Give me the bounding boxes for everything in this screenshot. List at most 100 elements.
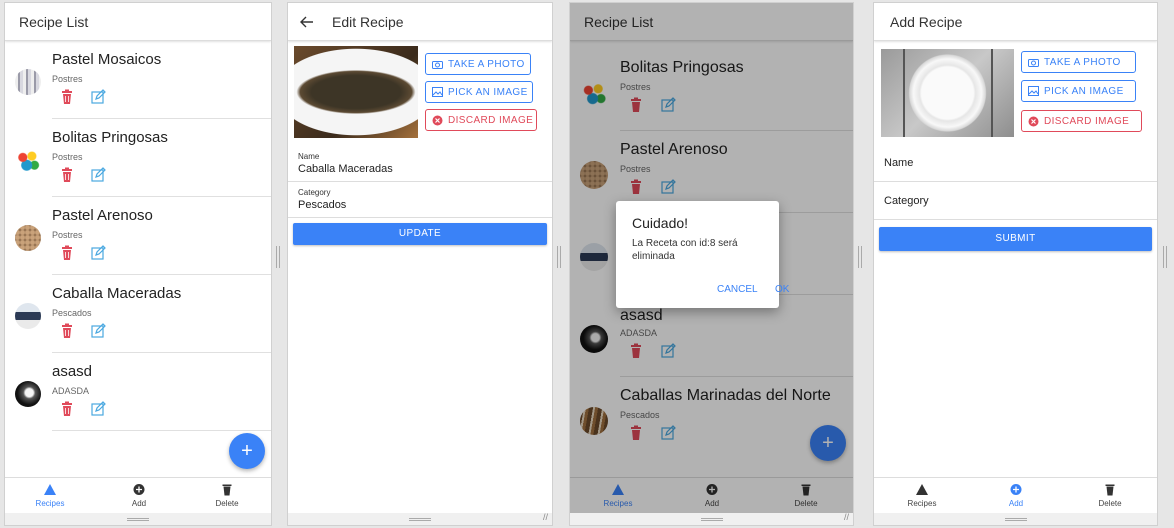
recipe-category: Postres [52,152,83,162]
cancel-button[interactable]: CANCEL [717,284,758,295]
tab-label: Add [131,499,147,508]
ok-button[interactable]: OK [775,284,789,295]
list-item[interactable]: Pastel Mosaicos Postres [5,41,271,119]
tab-add[interactable]: Add [976,478,1056,513]
dialog-message: La Receta con id:8 será eliminada [632,238,738,262]
recipe-title: asasd [52,363,93,380]
button-label: DISCARD IMAGE [448,114,534,126]
list-item[interactable]: Caballa Maceradas Pescados [5,275,271,353]
recipe-thumbnail [15,69,41,95]
recipe-thumbnail [15,303,41,329]
button-label: PICK AN IMAGE [448,86,528,98]
recipe-category: ADASDA [52,386,90,396]
resize-handle[interactable] [1004,518,1027,521]
plus-circle-icon [1010,484,1022,495]
list-item[interactable]: Bolitas Pringosas Postres [5,119,271,197]
category-input-value[interactable]: Pescados [298,199,346,211]
bottom-tab-bar: Recipes Add Delete [874,477,1157,513]
submit-button[interactable]: SUBMIT [879,227,1152,251]
discard-icon [1028,116,1039,126]
trash-icon[interactable] [59,401,75,417]
add-recipe-fab[interactable]: + [229,433,265,469]
discard-icon [432,115,443,125]
tab-label: Delete [215,499,239,508]
list-item[interactable]: asasd ADASDA [5,353,271,431]
divider [52,430,271,431]
resize-corner-icon[interactable]: // [543,512,548,522]
recipe-title: Caballa Maceradas [52,285,182,302]
triangle-icon [916,484,928,495]
trash-icon[interactable] [59,89,75,105]
camera-icon [432,60,443,69]
triangle-icon [44,484,56,495]
button-label: DISCARD IMAGE [1044,115,1130,127]
back-arrow-icon[interactable] [300,16,314,28]
page-title: Recipe List [5,3,271,41]
tab-add[interactable]: Add [99,478,179,513]
recipe-list-window: Recipe List Pastel Mosaicos Postres Boli… [4,2,272,526]
update-button[interactable]: UPDATE [293,223,547,245]
edit-icon[interactable] [90,245,106,261]
field-label: Category [298,188,331,197]
take-photo-button[interactable]: TAKE A PHOTO [1021,51,1136,73]
name-field[interactable]: Name [874,145,1157,182]
button-label: TAKE A PHOTO [448,58,525,70]
bottom-tab-bar: Recipes Add Delete [5,477,271,513]
take-photo-button[interactable]: TAKE A PHOTO [425,53,531,75]
name-field[interactable]: Name Caballa Maceradas [288,146,552,182]
recipe-thumbnail [15,147,41,173]
recipe-list: Pastel Mosaicos Postres Bolitas Pringosa… [5,41,271,477]
recipe-category: Postres [52,230,83,240]
splitter-handle[interactable] [276,246,280,268]
recipe-list-dialog-window: Recipe List Bolitas Pringosas Postres Pa… [569,2,854,526]
recipe-title: Pastel Mosaicos [52,51,162,68]
recipe-category: Pescados [52,308,92,318]
tab-label: Recipes [907,499,937,508]
dialog-title: Cuidado! [632,215,689,231]
discard-image-button[interactable]: DISCARD IMAGE [1021,110,1142,132]
edit-icon[interactable] [90,323,106,339]
resize-handle[interactable] [409,518,431,521]
trash-icon[interactable] [59,167,75,183]
resize-corner-icon[interactable]: // [844,512,849,522]
trash-icon[interactable] [59,323,75,339]
edit-recipe-window: Edit Recipe TAKE A PHOTO PICK AN IMAGE D… [287,2,553,526]
category-field[interactable]: Category Pescados [288,182,552,218]
field-label: Name [298,152,320,161]
trash-icon[interactable] [59,245,75,261]
plus-circle-icon [133,484,145,495]
name-input-value[interactable]: Caballa Maceradas [298,163,393,175]
tab-delete[interactable]: Delete [1070,478,1150,513]
splitter-handle[interactable] [1163,246,1167,268]
tab-delete[interactable]: Delete [187,478,267,513]
trash-icon [1105,484,1115,496]
edit-icon[interactable] [90,89,106,105]
resize-handle[interactable] [127,518,149,521]
list-item[interactable]: Pastel Arenoso Postres [5,197,271,275]
add-recipe-window: Add Recipe TAKE A PHOTO PICK AN IMAGE DI… [873,2,1158,526]
image-icon [432,87,443,97]
splitter-handle[interactable] [858,246,862,268]
recipe-title: Pastel Arenoso [52,207,153,224]
page-title: Edit Recipe [332,13,404,30]
edit-icon[interactable] [90,167,106,183]
pick-image-button[interactable]: PICK AN IMAGE [425,81,533,103]
resize-handle[interactable] [700,518,723,521]
discard-image-button[interactable]: DISCARD IMAGE [425,109,537,131]
tab-recipes[interactable]: Recipes [10,478,90,513]
splitter-handle[interactable] [557,246,561,268]
confirm-delete-dialog: Cuidado! La Receta con id:8 será elimina… [616,201,789,308]
category-field[interactable]: Category [874,182,1157,220]
button-label: TAKE A PHOTO [1044,56,1121,68]
trash-icon [222,484,232,496]
edit-icon[interactable] [90,401,106,417]
image-icon [1028,86,1039,96]
tab-label: Recipes [35,499,65,508]
camera-icon [1028,58,1039,67]
tab-recipes[interactable]: Recipes [882,478,962,513]
pick-image-button[interactable]: PICK AN IMAGE [1021,80,1136,102]
recipe-category: Postres [52,74,83,84]
recipe-list-screen: Recipe List Pastel Mosaicos Postres Boli… [5,3,271,513]
button-label: PICK AN IMAGE [1044,85,1124,97]
recipe-thumbnail [15,225,41,251]
